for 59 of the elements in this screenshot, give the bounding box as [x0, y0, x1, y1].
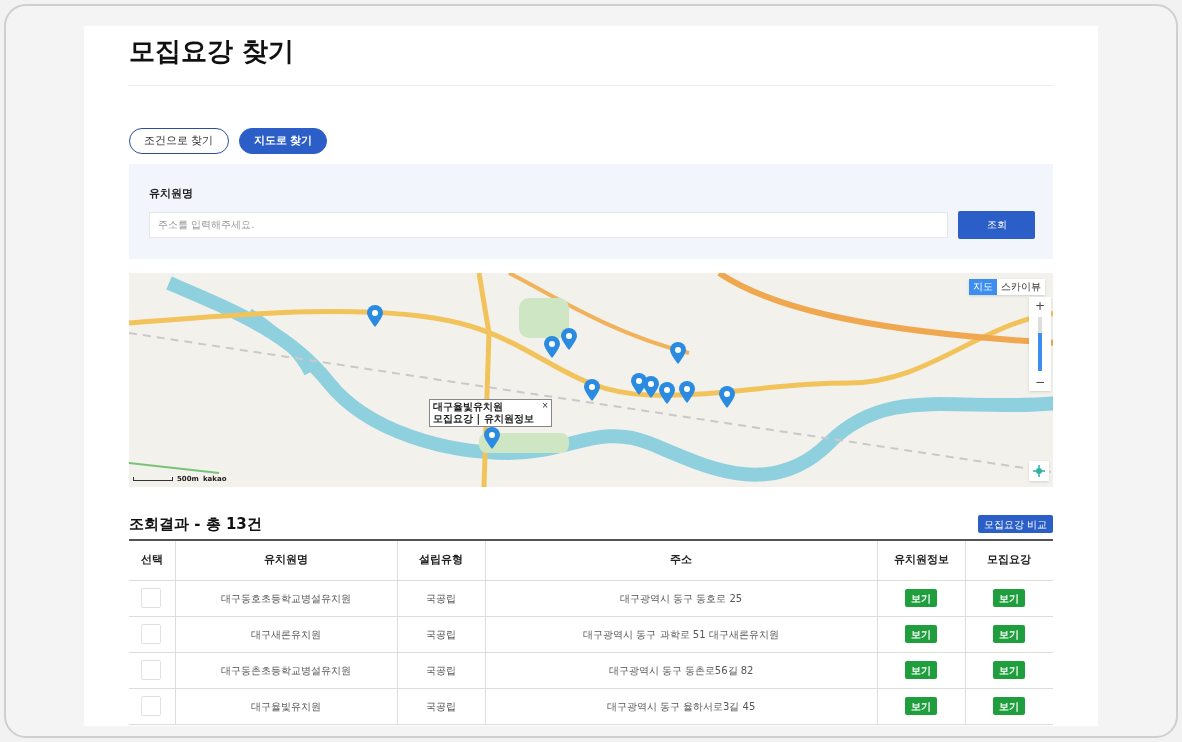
table-cell: 대구동호초등학교병설유치원	[175, 580, 397, 616]
column-header: 모집요강	[965, 540, 1053, 580]
search-mode-tab[interactable]: 조건으로 찾기	[129, 128, 229, 154]
view-button[interactable]: 보기	[993, 625, 1026, 643]
table-cell: 대구새론유치원	[175, 616, 397, 652]
column-header: 유치원명	[175, 540, 397, 580]
map-pin-icon[interactable]	[679, 380, 695, 403]
row-checkbox[interactable]	[141, 588, 161, 608]
table-cell: 대구광역시 동구 동촌로56길 82	[485, 652, 877, 688]
view-button[interactable]: 보기	[905, 697, 937, 715]
page-title: 모집요강 찾기	[129, 26, 1053, 86]
scale-bar-icon	[133, 477, 173, 482]
table-cell: 대구광역시 동구 율하서로3길 45	[485, 688, 877, 724]
map-pin-icon[interactable]	[561, 327, 577, 350]
map-pin-icon[interactable]	[719, 385, 735, 408]
map-pin-icon[interactable]	[643, 375, 659, 398]
row-checkbox[interactable]	[141, 624, 161, 644]
crosshair-icon	[1033, 464, 1045, 477]
zoom-in-button[interactable]: +	[1029, 296, 1051, 315]
field-label: 유치원명	[149, 186, 194, 202]
table-cell: 국공립	[397, 616, 485, 652]
search-mode-tab[interactable]: 지도로 찾기	[238, 128, 328, 154]
map-pin-icon[interactable]	[670, 341, 686, 364]
close-button[interactable]: ×	[541, 400, 549, 411]
view-button[interactable]: 보기	[905, 625, 937, 643]
popup-title: 대구율빛유치원	[433, 400, 504, 413]
map-pin-icon[interactable]	[584, 378, 600, 401]
map-pin-icon[interactable]	[659, 381, 675, 404]
view-button[interactable]: 보기	[905, 589, 937, 607]
view-button[interactable]: 보기	[993, 697, 1026, 715]
map-pin-icon[interactable]	[484, 426, 500, 449]
table-cell: 국공립	[397, 580, 485, 616]
table-cell: 대구동촌초등학교병설유치원	[175, 652, 397, 688]
compare-button[interactable]: 모집요강 비교	[977, 515, 1053, 533]
map-pin-icon[interactable]	[544, 335, 560, 358]
zoom-out-button[interactable]: −	[1029, 372, 1051, 391]
popup-links[interactable]: 모집요강 | 유치원정보	[433, 412, 534, 425]
row-checkbox[interactable]	[141, 696, 161, 716]
zoom-slider[interactable]	[1038, 316, 1042, 371]
map-pin-icon[interactable]	[367, 304, 383, 327]
results-title: 조회결과 - 총 13건	[129, 513, 262, 535]
column-header: 주소	[485, 540, 877, 580]
table-cell: 대구광역시 동구 동호로 25	[485, 580, 877, 616]
current-location-button[interactable]	[1029, 460, 1049, 481]
table-cell: 국공립	[397, 652, 485, 688]
table-cell: 국공립	[397, 688, 485, 724]
address-input-field[interactable]: 주소를 입력해주세요.	[149, 211, 948, 238]
column-header: 설립유형	[397, 540, 485, 580]
view-button[interactable]: 보기	[993, 661, 1026, 679]
table-cell: 대구광역시 동구 과학로 51 대구새론유치원	[485, 616, 877, 652]
table-cell: 대구율빛유치원	[175, 688, 397, 724]
search-button[interactable]: 조회	[958, 210, 1035, 239]
map-type-button[interactable]: 스카이뷰	[997, 278, 1045, 295]
column-header: 선택	[129, 540, 175, 580]
row-checkbox[interactable]	[141, 660, 161, 680]
view-button[interactable]: 보기	[905, 661, 937, 679]
map-type-button[interactable]: 지도	[969, 278, 997, 295]
column-header: 유치원정보	[877, 540, 965, 580]
view-button[interactable]: 보기	[993, 589, 1026, 607]
